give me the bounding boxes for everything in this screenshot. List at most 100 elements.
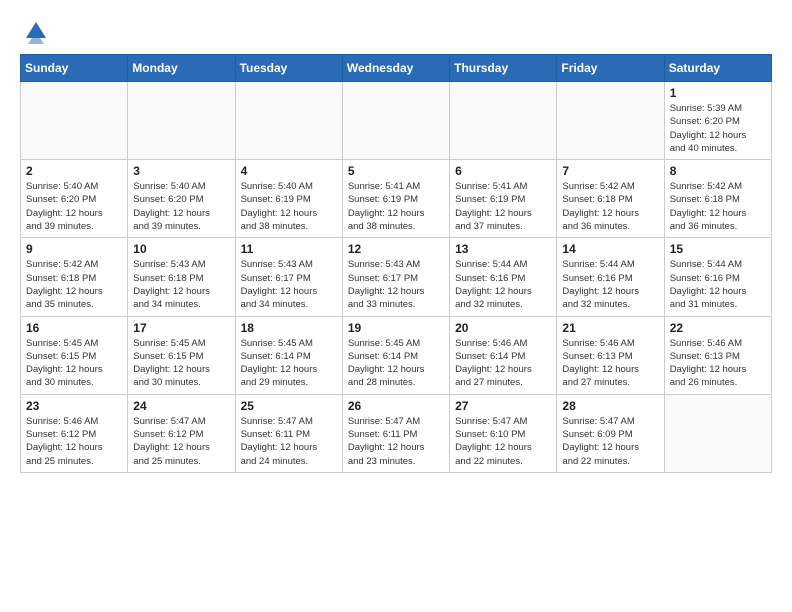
day-number: 17 [133, 321, 229, 335]
day-detail: Sunrise: 5:47 AM Sunset: 6:12 PM Dayligh… [133, 415, 229, 468]
day-detail: Sunrise: 5:47 AM Sunset: 6:09 PM Dayligh… [562, 415, 658, 468]
day-detail: Sunrise: 5:44 AM Sunset: 6:16 PM Dayligh… [455, 258, 551, 311]
calendar-cell: 13 Sunrise: 5:44 AM Sunset: 6:16 PM Dayli… [450, 238, 557, 316]
calendar-cell: 25 Sunrise: 5:47 AM Sunset: 6:11 PM Dayli… [235, 394, 342, 472]
day-number: 22 [670, 321, 766, 335]
calendar-cell: 8 Sunrise: 5:42 AM Sunset: 6:18 PM Daylig… [664, 160, 771, 238]
calendar-cell: 16 Sunrise: 5:45 AM Sunset: 6:15 PM Dayli… [21, 316, 128, 394]
day-detail: Sunrise: 5:39 AM Sunset: 6:20 PM Dayligh… [670, 102, 766, 155]
day-number: 7 [562, 164, 658, 178]
day-detail: Sunrise: 5:41 AM Sunset: 6:19 PM Dayligh… [348, 180, 444, 233]
calendar-cell: 21 Sunrise: 5:46 AM Sunset: 6:13 PM Dayli… [557, 316, 664, 394]
day-number: 28 [562, 399, 658, 413]
calendar-cell: 23 Sunrise: 5:46 AM Sunset: 6:12 PM Dayli… [21, 394, 128, 472]
calendar-cell [128, 82, 235, 160]
day-number: 16 [26, 321, 122, 335]
day-detail: Sunrise: 5:42 AM Sunset: 6:18 PM Dayligh… [26, 258, 122, 311]
calendar-cell: 18 Sunrise: 5:45 AM Sunset: 6:14 PM Dayli… [235, 316, 342, 394]
day-detail: Sunrise: 5:45 AM Sunset: 6:14 PM Dayligh… [348, 337, 444, 390]
calendar-cell: 17 Sunrise: 5:45 AM Sunset: 6:15 PM Dayli… [128, 316, 235, 394]
week-row-4: 16 Sunrise: 5:45 AM Sunset: 6:15 PM Dayli… [21, 316, 772, 394]
day-number: 20 [455, 321, 551, 335]
day-detail: Sunrise: 5:46 AM Sunset: 6:13 PM Dayligh… [670, 337, 766, 390]
calendar-cell: 12Sunrise: 5:43 AM Sunset: 6:17 PM Dayli… [342, 238, 449, 316]
day-detail: Sunrise: 5:43 AM Sunset: 6:18 PM Dayligh… [133, 258, 229, 311]
day-number: 21 [562, 321, 658, 335]
day-detail: Sunrise: 5:42 AM Sunset: 6:18 PM Dayligh… [562, 180, 658, 233]
day-detail: Sunrise: 5:45 AM Sunset: 6:15 PM Dayligh… [26, 337, 122, 390]
day-number: 18 [241, 321, 337, 335]
logo [20, 16, 50, 44]
weekday-tuesday: Tuesday [235, 55, 342, 82]
calendar-cell [557, 82, 664, 160]
calendar-cell: 6Sunrise: 5:41 AM Sunset: 6:19 PM Daylig… [450, 160, 557, 238]
calendar-cell: 26 Sunrise: 5:47 AM Sunset: 6:11 PM Dayli… [342, 394, 449, 472]
day-number: 2 [26, 164, 122, 178]
day-number: 6 [455, 164, 551, 178]
calendar-cell [664, 394, 771, 472]
day-detail: Sunrise: 5:43 AM Sunset: 6:17 PM Dayligh… [241, 258, 337, 311]
calendar-cell: 9 Sunrise: 5:42 AM Sunset: 6:18 PM Daylig… [21, 238, 128, 316]
weekday-monday: Monday [128, 55, 235, 82]
day-detail: Sunrise: 5:46 AM Sunset: 6:13 PM Dayligh… [562, 337, 658, 390]
calendar-cell: 27 Sunrise: 5:47 AM Sunset: 6:10 PM Dayli… [450, 394, 557, 472]
day-number: 1 [670, 86, 766, 100]
day-detail: Sunrise: 5:45 AM Sunset: 6:15 PM Dayligh… [133, 337, 229, 390]
day-number: 26 [348, 399, 444, 413]
day-detail: Sunrise: 5:44 AM Sunset: 6:16 PM Dayligh… [562, 258, 658, 311]
day-number: 13 [455, 242, 551, 256]
day-detail: Sunrise: 5:46 AM Sunset: 6:12 PM Dayligh… [26, 415, 122, 468]
calendar-cell: 22 Sunrise: 5:46 AM Sunset: 6:13 PM Dayli… [664, 316, 771, 394]
week-row-1: 1 Sunrise: 5:39 AM Sunset: 6:20 PM Daylig… [21, 82, 772, 160]
calendar-cell: 11Sunrise: 5:43 AM Sunset: 6:17 PM Dayli… [235, 238, 342, 316]
weekday-thursday: Thursday [450, 55, 557, 82]
calendar-cell: 20 Sunrise: 5:46 AM Sunset: 6:14 PM Dayli… [450, 316, 557, 394]
calendar-cell: 14 Sunrise: 5:44 AM Sunset: 6:16 PM Dayli… [557, 238, 664, 316]
weekday-wednesday: Wednesday [342, 55, 449, 82]
calendar-cell: 3 Sunrise: 5:40 AM Sunset: 6:20 PM Daylig… [128, 160, 235, 238]
day-detail: Sunrise: 5:45 AM Sunset: 6:14 PM Dayligh… [241, 337, 337, 390]
calendar-cell: 2 Sunrise: 5:40 AM Sunset: 6:20 PM Daylig… [21, 160, 128, 238]
page: SundayMondayTuesdayWednesdayThursdayFrid… [0, 0, 792, 493]
day-number: 3 [133, 164, 229, 178]
day-number: 15 [670, 242, 766, 256]
weekday-header-row: SundayMondayTuesdayWednesdayThursdayFrid… [21, 55, 772, 82]
day-detail: Sunrise: 5:40 AM Sunset: 6:20 PM Dayligh… [26, 180, 122, 233]
day-detail: Sunrise: 5:47 AM Sunset: 6:11 PM Dayligh… [241, 415, 337, 468]
day-detail: Sunrise: 5:44 AM Sunset: 6:16 PM Dayligh… [670, 258, 766, 311]
day-detail: Sunrise: 5:42 AM Sunset: 6:18 PM Dayligh… [670, 180, 766, 233]
day-number: 5 [348, 164, 444, 178]
calendar-cell [235, 82, 342, 160]
day-number: 14 [562, 242, 658, 256]
week-row-2: 2 Sunrise: 5:40 AM Sunset: 6:20 PM Daylig… [21, 160, 772, 238]
day-detail: Sunrise: 5:46 AM Sunset: 6:14 PM Dayligh… [455, 337, 551, 390]
day-detail: Sunrise: 5:47 AM Sunset: 6:10 PM Dayligh… [455, 415, 551, 468]
calendar-cell: 10Sunrise: 5:43 AM Sunset: 6:18 PM Dayli… [128, 238, 235, 316]
week-row-5: 23 Sunrise: 5:46 AM Sunset: 6:12 PM Dayli… [21, 394, 772, 472]
calendar-cell: 5 Sunrise: 5:41 AM Sunset: 6:19 PM Daylig… [342, 160, 449, 238]
calendar-table: SundayMondayTuesdayWednesdayThursdayFrid… [20, 54, 772, 473]
day-detail: Sunrise: 5:43 AM Sunset: 6:17 PM Dayligh… [348, 258, 444, 311]
calendar-cell: 19 Sunrise: 5:45 AM Sunset: 6:14 PM Dayli… [342, 316, 449, 394]
calendar-cell [21, 82, 128, 160]
day-number: 8 [670, 164, 766, 178]
calendar-cell [450, 82, 557, 160]
day-detail: Sunrise: 5:40 AM Sunset: 6:19 PM Dayligh… [241, 180, 337, 233]
calendar-cell: 24 Sunrise: 5:47 AM Sunset: 6:12 PM Dayli… [128, 394, 235, 472]
header [20, 16, 772, 44]
day-number: 24 [133, 399, 229, 413]
weekday-friday: Friday [557, 55, 664, 82]
weekday-saturday: Saturday [664, 55, 771, 82]
day-detail: Sunrise: 5:47 AM Sunset: 6:11 PM Dayligh… [348, 415, 444, 468]
day-number: 25 [241, 399, 337, 413]
day-number: 9 [26, 242, 122, 256]
calendar-cell: 28 Sunrise: 5:47 AM Sunset: 6:09 PM Dayli… [557, 394, 664, 472]
day-detail: Sunrise: 5:40 AM Sunset: 6:20 PM Dayligh… [133, 180, 229, 233]
day-number: 23 [26, 399, 122, 413]
logo-icon [22, 16, 50, 44]
week-row-3: 9 Sunrise: 5:42 AM Sunset: 6:18 PM Daylig… [21, 238, 772, 316]
day-number: 4 [241, 164, 337, 178]
day-number: 27 [455, 399, 551, 413]
weekday-sunday: Sunday [21, 55, 128, 82]
day-number: 19 [348, 321, 444, 335]
